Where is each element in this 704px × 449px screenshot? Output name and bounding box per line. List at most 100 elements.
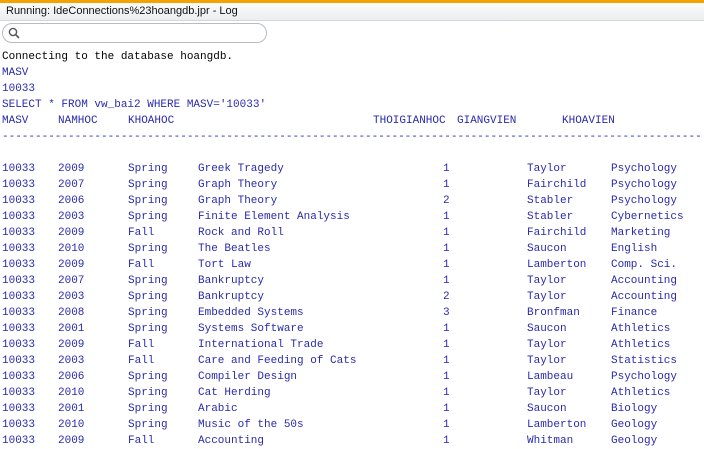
table-row: 10033 2010 Spring Music of the 50s 1 Lamberto…	[2, 417, 702, 433]
cell-khoavien: Geology	[611, 435, 658, 447]
cell-masv: 10033	[2, 259, 36, 271]
cell-khoavien: Statistics	[611, 355, 678, 367]
cell-namhoc: 2009	[58, 339, 85, 351]
search-row	[0, 21, 704, 45]
cell-namhoc: 2010	[58, 387, 85, 399]
cell-khoavien: Athletics	[611, 387, 671, 399]
cell-khoahoc: Spring	[128, 371, 168, 383]
cell-thoigianhoc: 1	[443, 227, 450, 239]
cell-namhoc: 2009	[58, 163, 85, 175]
cell-giangvien: Taylor	[527, 339, 567, 351]
table-row: 10033 2009 Fall Accounting 1 Whitman Geology	[2, 433, 702, 447]
cell-course: Arabic	[198, 403, 238, 415]
header-giangvien: GIANGVIEN	[457, 115, 517, 127]
cell-thoigianhoc: 1	[443, 275, 450, 287]
cell-khoahoc: Spring	[128, 307, 168, 319]
cell-course: Accounting	[198, 435, 265, 447]
cell-namhoc: 2009	[58, 227, 85, 239]
cell-course: Graph Theory	[198, 195, 278, 207]
log-blank	[2, 145, 702, 161]
cell-course: Tort Law	[198, 259, 251, 271]
cell-course: International Trade	[198, 339, 324, 351]
cell-khoahoc: Spring	[128, 291, 168, 303]
cell-khoavien: Psychology	[611, 371, 678, 383]
cell-giangvien: Fairchild	[527, 179, 587, 191]
cell-masv: 10033	[2, 243, 36, 255]
cell-thoigianhoc: 1	[443, 371, 450, 383]
cell-namhoc: 2009	[58, 259, 85, 271]
cell-masv: 10033	[2, 163, 36, 175]
cell-course: Bankruptcy	[198, 291, 265, 303]
cell-namhoc: 2001	[58, 323, 85, 335]
cell-khoavien: Psychology	[611, 163, 678, 175]
cell-course: The Beatles	[198, 243, 271, 255]
table-row: 10033 2006 Spring Compiler Design 1 Lambeau Ps…	[2, 369, 702, 385]
cell-khoavien: Athletics	[611, 339, 671, 351]
table-row: 10033 2001 Spring Systems Software 1 Saucon At…	[2, 321, 702, 337]
cell-thoigianhoc: 1	[443, 243, 450, 255]
cell-thoigianhoc: 1	[443, 179, 450, 191]
log-separator: ----------------------------------------…	[2, 131, 702, 143]
cell-khoahoc: Fall	[128, 259, 155, 271]
cell-course: Cat Herding	[198, 387, 271, 399]
cell-giangvien: Saucon	[527, 323, 567, 335]
table-row: 10033 2009 Fall Tort Law 1 Lamberton Comp. Sci…	[2, 257, 702, 273]
title-bar: Running: IdeConnections%23hoangdb.jpr - …	[0, 0, 704, 21]
log-sql: SELECT * FROM vw_bai2 WHERE MASV='10033'	[2, 99, 267, 111]
header-namhoc: NAMHOC	[58, 115, 98, 127]
cell-giangvien: Stabler	[527, 211, 574, 223]
cell-masv: 10033	[2, 403, 36, 415]
cell-namhoc: 2003	[58, 211, 85, 223]
cell-khoavien: Accounting	[611, 291, 678, 303]
cell-namhoc: 2009	[58, 435, 85, 447]
cell-khoahoc: Spring	[128, 323, 168, 335]
cell-giangvien: Taylor	[527, 355, 567, 367]
cell-khoavien: Accounting	[611, 275, 678, 287]
cell-thoigianhoc: 1	[443, 323, 450, 335]
cell-giangvien: Whitman	[527, 435, 574, 447]
cell-course: Care and Feeding of Cats	[198, 355, 357, 367]
result-rows: 10033 2009 Spring Greek Tragedy 1 Taylor Psych…	[2, 161, 702, 447]
window-title: Running: IdeConnections%23hoangdb.jpr - …	[6, 5, 238, 17]
cell-khoahoc: Spring	[128, 243, 168, 255]
cell-giangvien: Lamberton	[527, 419, 587, 431]
cell-khoahoc: Fall	[128, 227, 155, 239]
cell-giangvien: Lamberton	[527, 259, 587, 271]
header-khoahoc: KHOAHOC	[128, 115, 175, 127]
cell-masv: 10033	[2, 339, 36, 351]
cell-thoigianhoc: 1	[443, 387, 450, 399]
cell-course: Systems Software	[198, 323, 304, 335]
cell-namhoc: 2008	[58, 307, 85, 319]
search-box[interactable]	[2, 23, 267, 43]
cell-namhoc: 2003	[58, 291, 85, 303]
cell-khoavien: Athletics	[611, 323, 671, 335]
cell-giangvien: Saucon	[527, 403, 567, 415]
cell-masv: 10033	[2, 387, 36, 399]
cell-namhoc: 2010	[58, 419, 85, 431]
cell-namhoc: 2007	[58, 275, 85, 287]
table-row: 10033 2006 Spring Graph Theory 2 Stabler Psych…	[2, 193, 702, 209]
cell-masv: 10033	[2, 211, 36, 223]
cell-namhoc: 2010	[58, 243, 85, 255]
cell-thoigianhoc: 1	[443, 435, 450, 447]
table-row: 10033 2001 Spring Arabic 1 Saucon Biology	[2, 401, 702, 417]
cell-khoahoc: Spring	[128, 163, 168, 175]
search-input[interactable]	[23, 25, 261, 40]
cell-thoigianhoc: 1	[443, 259, 450, 271]
table-row: 10033 2009 Fall International Trade 1 Taylor A…	[2, 337, 702, 353]
cell-khoavien: Biology	[611, 403, 658, 415]
cell-namhoc: 2003	[58, 355, 85, 367]
cell-course: Rock and Roll	[198, 227, 284, 239]
cell-thoigianhoc: 3	[443, 307, 450, 319]
cell-course: Greek Tragedy	[198, 163, 284, 175]
cell-masv: 10033	[2, 227, 36, 239]
title-accent	[0, 0, 704, 3]
cell-giangvien: Taylor	[527, 163, 567, 175]
cell-khoavien: Finance	[611, 307, 658, 319]
cell-course: Embedded Systems	[198, 307, 304, 319]
table-row: 10033 2007 Spring Bankruptcy 1 Taylor Accounti…	[2, 273, 702, 289]
cell-thoigianhoc: 1	[443, 355, 450, 367]
cell-khoahoc: Spring	[128, 419, 168, 431]
table-row: 10033 2003 Fall Care and Feeding of Cats 1 Ta…	[2, 353, 702, 369]
cell-khoavien: Geology	[611, 419, 658, 431]
